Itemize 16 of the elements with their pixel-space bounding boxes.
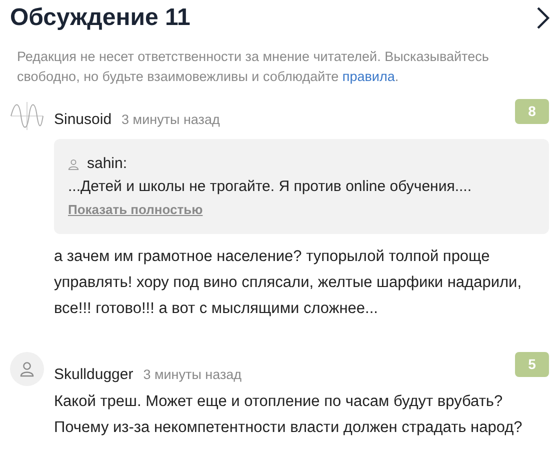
comment-text: Какой треш. Может еще и отопление по часам будут врубать? Почему из-за некомпетентности власти должен страдать народ? (54, 392, 524, 438)
quote-author: sahin: (87, 154, 128, 174)
comment-text: а зачем им грамотное население? тупорылой толпой проще управлять! хору под вино сплясали, желтые шарфики надарили, все!!! готово!!! а вот с мыслящими сложнее... (54, 247, 523, 320)
user-icon (68, 159, 79, 170)
disclaimer-text: Редакция не несет ответственности за мнение читателей. Высказывайтесь свободно, но будьте взаимовежливы и соблюдайте правила. (17, 48, 490, 86)
comment-time: 3 минуты назад (143, 366, 242, 384)
author-name[interactable]: Sinusoid (54, 108, 112, 132)
close-icon[interactable] (536, 5, 550, 32)
quote-text: ...Детей и школы не трогайте. Я против online обучения.... (68, 176, 472, 197)
rating-badge: 5 (515, 352, 549, 378)
discussion-title: Обсуждение 11 (10, 4, 190, 33)
author-name[interactable]: Skulldugger (54, 364, 134, 387)
comment-time: 3 минуты назад (122, 110, 220, 129)
rules-link[interactable]: правила (342, 68, 395, 84)
rating-badge: 8 (515, 98, 549, 124)
avatar-icon (10, 352, 44, 386)
